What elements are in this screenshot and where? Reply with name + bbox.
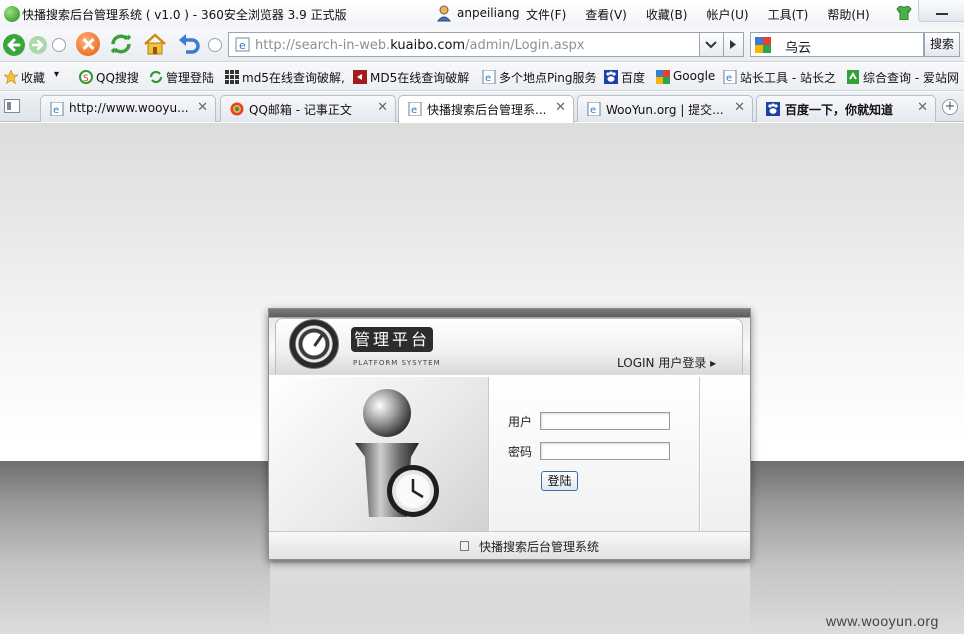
user-icon[interactable]: [437, 5, 451, 22]
tab-list-icon[interactable]: [4, 99, 20, 113]
page-content: 管理平台 PLATFORM SYSYTEM LOGIN 用户登录 ▸ 用户 密码…: [0, 123, 964, 634]
soso-icon: S: [79, 70, 93, 84]
qq-mail-icon: [230, 102, 244, 116]
tab-wooyun-submit[interactable]: e WooYun.org | 提交... ✕: [577, 95, 753, 122]
platform-title: 管理平台: [351, 327, 433, 352]
url-text[interactable]: http://search-in-web.kuaibo.com/admin/Lo…: [255, 38, 584, 53]
password-label: 密码: [508, 445, 533, 459]
browser-logo-icon: [4, 6, 20, 22]
ie-page-icon: e: [482, 70, 496, 84]
tab-bar: e http://www.wooyu... ✕ QQ邮箱 - 记事正文 ✕ e …: [0, 92, 964, 123]
home-icon[interactable]: [142, 32, 168, 56]
menu-bar: 文件(F) 查看(V) 收藏(B) 帐户(U) 工具(T) 帮助(H): [526, 6, 889, 23]
menu-account[interactable]: 帐户(U): [706, 6, 748, 23]
svg-text:S: S: [83, 74, 89, 84]
stop-icon[interactable]: [76, 32, 100, 56]
login-button[interactable]: 登陆: [541, 471, 578, 491]
skin-shirt-icon[interactable]: [896, 6, 912, 20]
panel-reflection: [270, 563, 750, 634]
password-input[interactable]: [540, 442, 670, 460]
chevron-down-icon: [705, 41, 717, 49]
address-bar[interactable]: e http://search-in-web.kuaibo.com/admin/…: [228, 32, 700, 57]
svg-text:e: e: [239, 39, 246, 52]
refresh-icon[interactable]: [108, 32, 134, 56]
username-label: 用户: [508, 415, 533, 429]
menu-view[interactable]: 查看(V): [585, 6, 627, 23]
document-icon: [460, 541, 469, 551]
login-illustration: [269, 377, 489, 531]
ie-page-icon: e: [50, 102, 64, 116]
close-tab-icon[interactable]: ✕: [197, 100, 208, 115]
svg-text:e: e: [411, 105, 417, 116]
svg-text:e: e: [485, 73, 491, 84]
ie-page-icon: e: [723, 70, 737, 84]
refresh-green-icon: [149, 70, 163, 84]
tab-wooyun-home[interactable]: e http://www.wooyu... ✕: [40, 95, 216, 122]
svg-text:e: e: [726, 73, 732, 84]
undo-dropdown-icon[interactable]: [208, 38, 222, 52]
clock-logo-icon: [289, 319, 339, 369]
address-dropdown-button[interactable]: [700, 32, 724, 57]
search-query[interactable]: 乌云: [785, 37, 811, 56]
star-icon: [4, 70, 18, 84]
user-clock-figure-icon: [355, 389, 439, 517]
window-title: 快播搜索后台管理系统 ( v1.0 ) - 360安全浏览器 3.9 正式版: [22, 8, 347, 22]
search-input[interactable]: 乌云: [750, 32, 924, 57]
green-page-icon: [847, 70, 859, 84]
user-name[interactable]: anpeiliang: [457, 6, 520, 20]
username-input[interactable]: [540, 412, 670, 430]
minimize-button[interactable]: [918, 0, 964, 22]
login-panel: 管理平台 PLATFORM SYSYTEM LOGIN 用户登录 ▸ 用户 密码…: [268, 308, 751, 560]
title-bar: 快播搜索后台管理系统 ( v1.0 ) - 360安全浏览器 3.9 正式版 a…: [0, 0, 964, 28]
login-heading: LOGIN 用户登录 ▸: [617, 356, 717, 370]
bookmarks-bar: 收藏 ▾ S QQ搜搜 管理登陆 md5在线查询破解, MD5在线查询破解 e …: [0, 63, 964, 91]
search-button[interactable]: 搜索: [924, 32, 960, 57]
system-name: 快播搜索后台管理系统: [479, 540, 600, 554]
paw-icon: [604, 70, 618, 84]
close-tab-icon[interactable]: ✕: [377, 100, 388, 115]
back-arrow-icon[interactable]: [2, 33, 26, 57]
go-button[interactable]: [724, 32, 744, 57]
menu-tools[interactable]: 工具(T): [768, 6, 809, 23]
chevron-down-icon: ▾: [54, 69, 60, 80]
google-icon[interactable]: [755, 37, 771, 53]
tab-baidu[interactable]: 百度一下，你就知道 ✕: [756, 95, 936, 122]
platform-subtitle: PLATFORM SYSYTEM: [353, 359, 441, 367]
menu-favorites[interactable]: 收藏(B): [646, 6, 688, 23]
login-footer: 快播搜索后台管理系统: [269, 531, 750, 559]
menu-help[interactable]: 帮助(H): [827, 6, 869, 23]
watermark: www.wooyun.org: [826, 613, 939, 629]
menu-file[interactable]: 文件(F): [526, 6, 566, 23]
login-side-panel: [701, 377, 750, 531]
login-header: 管理平台 PLATFORM SYSYTEM LOGIN 用户登录 ▸: [269, 309, 750, 375]
close-tab-icon[interactable]: ✕: [555, 100, 566, 115]
close-tab-icon[interactable]: ✕: [917, 100, 928, 115]
svg-text:e: e: [53, 105, 59, 116]
play-arrow-icon: [730, 40, 736, 49]
svg-text:e: e: [590, 105, 596, 116]
close-tab-icon[interactable]: ✕: [734, 100, 745, 115]
grid-icon: [225, 70, 239, 84]
ie-page-icon: e: [235, 37, 250, 52]
new-tab-button[interactable]: +: [942, 99, 958, 115]
tab-kuaibo-admin[interactable]: e 快播搜索后台管理系... ✕: [398, 95, 574, 123]
red-square-icon: [353, 70, 367, 84]
login-form: 用户 密码 登陆: [490, 377, 700, 531]
ie-page-icon: e: [587, 102, 601, 116]
navigation-bar: e http://search-in-web.kuaibo.com/admin/…: [0, 28, 964, 62]
tab-qq-mail[interactable]: QQ邮箱 - 记事正文 ✕: [220, 95, 396, 122]
history-dropdown-icon[interactable]: [52, 38, 66, 52]
google-icon: [656, 70, 670, 84]
paw-icon: [766, 102, 780, 116]
forward-arrow-icon[interactable]: [28, 35, 48, 55]
ie-page-icon: e: [408, 102, 422, 116]
undo-close-tab-icon[interactable]: [176, 32, 202, 56]
